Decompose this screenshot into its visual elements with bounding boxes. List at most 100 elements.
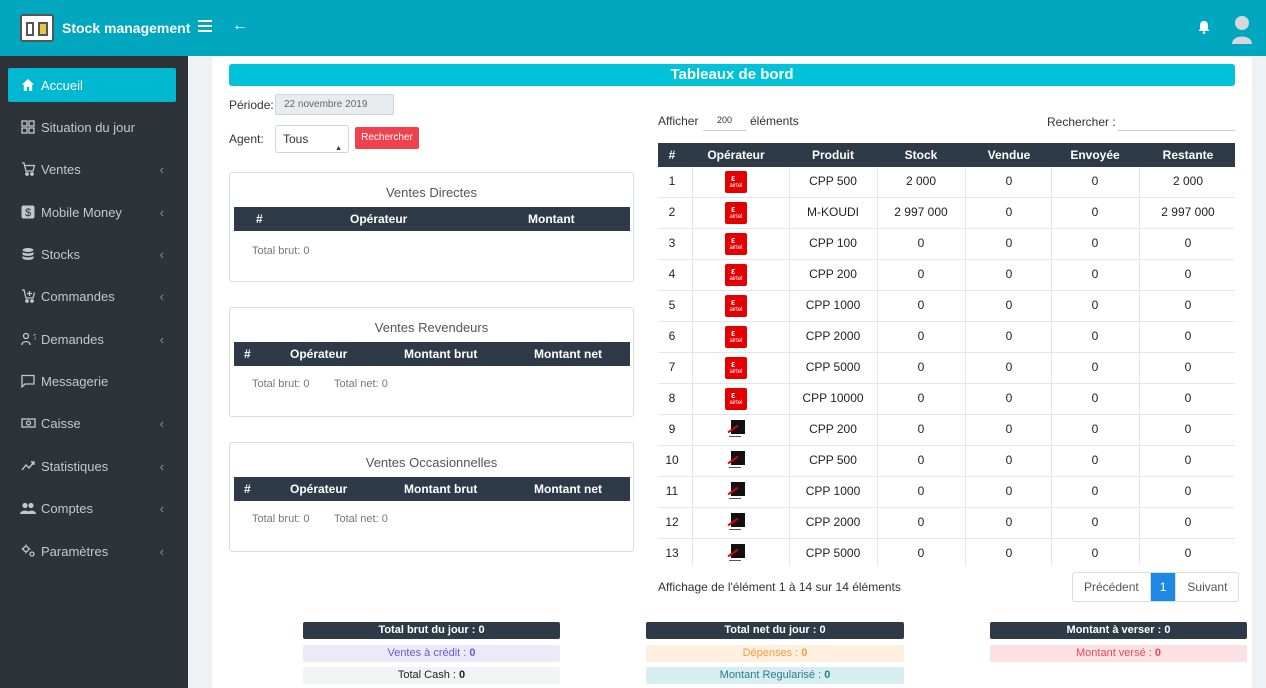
search-label: Rechercher : [1047, 115, 1116, 129]
summary-value: 0 [1164, 624, 1171, 636]
col-header[interactable]: Restante [1148, 148, 1228, 162]
col-header[interactable]: Vendue [969, 148, 1049, 162]
sidebar-item-ventes[interactable]: Ventes ‹ [8, 152, 176, 186]
table-cell-vendue: 0 [1005, 329, 1013, 343]
pagination-info: Affichage de l'élément 1 à 14 sur 14 élé… [658, 580, 901, 594]
show-entries-input[interactable]: 200 [703, 113, 746, 131]
table-cell-n: 10 [665, 453, 679, 467]
col-header[interactable]: Stock [881, 148, 961, 162]
sidebar-item-mobile-money[interactable]: $ Mobile Money ‹ [8, 195, 176, 229]
col-header: Opérateur [290, 347, 348, 361]
app-logo-icon [20, 14, 54, 42]
sidebar-item-stocks[interactable]: Stocks ‹ [8, 237, 176, 271]
sidebar-item-label: Ventes [41, 161, 81, 177]
page-title: Tableaux de bord [229, 64, 1235, 86]
table-cell-produit: CPP 10000 [802, 391, 864, 405]
col-header[interactable]: Envoyée [1055, 148, 1135, 162]
app-title: Stock management [62, 20, 191, 36]
table-cell-restante: 0 [1184, 453, 1192, 467]
col-header: Opérateur [290, 482, 348, 496]
brand[interactable]: Stock management [20, 14, 190, 42]
sidebar-item-demandes[interactable]: ? Demandes ‹ [8, 322, 176, 356]
user-avatar-icon[interactable] [1230, 14, 1254, 44]
sidebar-item-caisse[interactable]: Caisse ‹ [8, 406, 176, 440]
table-cell-produit: CPP 5000 [805, 360, 861, 374]
montant-regularise: Montant Regularisé : 0 [646, 667, 904, 684]
table-cell-stock: 0 [917, 360, 925, 374]
page-1-button[interactable]: 1 [1149, 573, 1177, 601]
table-cell-n: 13 [665, 546, 679, 560]
back-arrow-icon[interactable]: ← [232, 17, 248, 35]
user-question-icon: ? [20, 331, 36, 347]
table-cell-envoyee: 0 [1091, 546, 1099, 560]
menu-toggle-icon[interactable] [198, 20, 212, 32]
airtel-logo-text: airtel [729, 400, 743, 406]
table-cell-stock: 0 [917, 422, 925, 436]
bell-icon[interactable] [1197, 20, 1211, 34]
search-button[interactable]: Rechercher [355, 127, 419, 149]
table-cell-vendue: 0 [1005, 453, 1013, 467]
montant-a-verser: Montant à verser : 0 [990, 622, 1247, 639]
agent-select[interactable]: Tous ▲▼ [275, 125, 349, 178]
sidebar-item-comptes[interactable]: Comptes ‹ [8, 491, 176, 525]
column-divider [692, 167, 693, 566]
sidebar-item-commandes[interactable]: Commandes ‹ [8, 279, 176, 313]
airtel-logo-icon: ε airtel [725, 388, 747, 410]
airtel-logo-icon: ε airtel [725, 171, 747, 193]
prev-page-button[interactable]: Précédent [1073, 573, 1150, 601]
airtel-logo-icon: ε airtel [725, 295, 747, 317]
col-header: Montant brut [404, 347, 478, 361]
table-cell-produit: CPP 100 [809, 236, 857, 250]
column-divider [789, 167, 790, 566]
agent-label: Agent: [229, 132, 264, 146]
table-cell-envoyee: 0 [1091, 298, 1099, 312]
table-cell-restante: 0 [1184, 422, 1192, 436]
col-header: Montant net [534, 482, 602, 496]
table-row: 1 ε airtel CPP 500 2 000 0 0 2 000 [658, 167, 1235, 198]
table-cell-envoyee: 0 [1091, 422, 1099, 436]
airtel-logo-icon: ε airtel [725, 202, 747, 224]
chart-icon [20, 458, 36, 474]
operator-logo-icon [727, 544, 745, 566]
summary-label: Montant versé : [1076, 647, 1155, 659]
chevron-left-icon: ‹ [159, 544, 164, 559]
table-cell-restante: 0 [1184, 236, 1192, 250]
total-cash: Total Cash : 0 [303, 667, 560, 684]
top-bar: Stock management ← [0, 0, 1266, 56]
airtel-logo-text: airtel [729, 338, 743, 344]
table-cell-vendue: 0 [1005, 298, 1013, 312]
column-divider [877, 167, 878, 566]
table-cell-envoyee: 0 [1091, 174, 1099, 188]
total-brut: Total brut: 0 [252, 513, 310, 525]
period-date-input[interactable]: 22 novembre 2019 [275, 94, 394, 115]
table-cell-vendue: 0 [1005, 267, 1013, 281]
table-cell-restante: 0 [1184, 267, 1192, 281]
table-cell-envoyee: 0 [1091, 484, 1099, 498]
sidebar-item-label: Commandes [41, 288, 115, 304]
total-brut: Total brut: 0 [252, 378, 310, 390]
card-title: Ventes Directes [385, 185, 478, 200]
card-ventes-revendeurs: Ventes Revendeurs # Opérateur Montant br… [229, 307, 634, 417]
table-cell-vendue: 0 [1005, 546, 1013, 560]
col-header[interactable]: Opérateur [696, 148, 776, 162]
sidebar-item-messagerie[interactable]: Messagerie [8, 364, 176, 398]
col-header[interactable]: Produit [793, 148, 873, 162]
sidebar-item-situation-du-jour[interactable]: Situation du jour [8, 110, 176, 144]
next-page-button[interactable]: Suivant [1176, 573, 1238, 601]
table-cell-produit: CPP 200 [809, 267, 857, 281]
table-cell-produit: CPP 2000 [805, 515, 861, 529]
summary-label: Montant à verser : [1066, 624, 1165, 636]
sidebar-item-statistiques[interactable]: Statistiques ‹ [8, 449, 176, 483]
cart-icon [20, 161, 36, 177]
total-brut: Total brut: 0 [252, 245, 310, 257]
table-row: 10 CPP 500 0 0 0 0 [658, 446, 1235, 477]
col-header: Opérateur [350, 212, 408, 226]
sidebar-item-paramètres[interactable]: Paramètres ‹ [8, 534, 176, 568]
sidebar-item-label: Stocks [41, 246, 81, 262]
summary-label: Dépenses : [742, 647, 802, 659]
summary-value: 0 [819, 624, 826, 636]
users-icon [20, 500, 36, 516]
chevron-left-icon: ‹ [159, 162, 164, 177]
sidebar-item-accueil[interactable]: Accueil [8, 68, 176, 102]
table-search-input[interactable] [1118, 113, 1235, 131]
